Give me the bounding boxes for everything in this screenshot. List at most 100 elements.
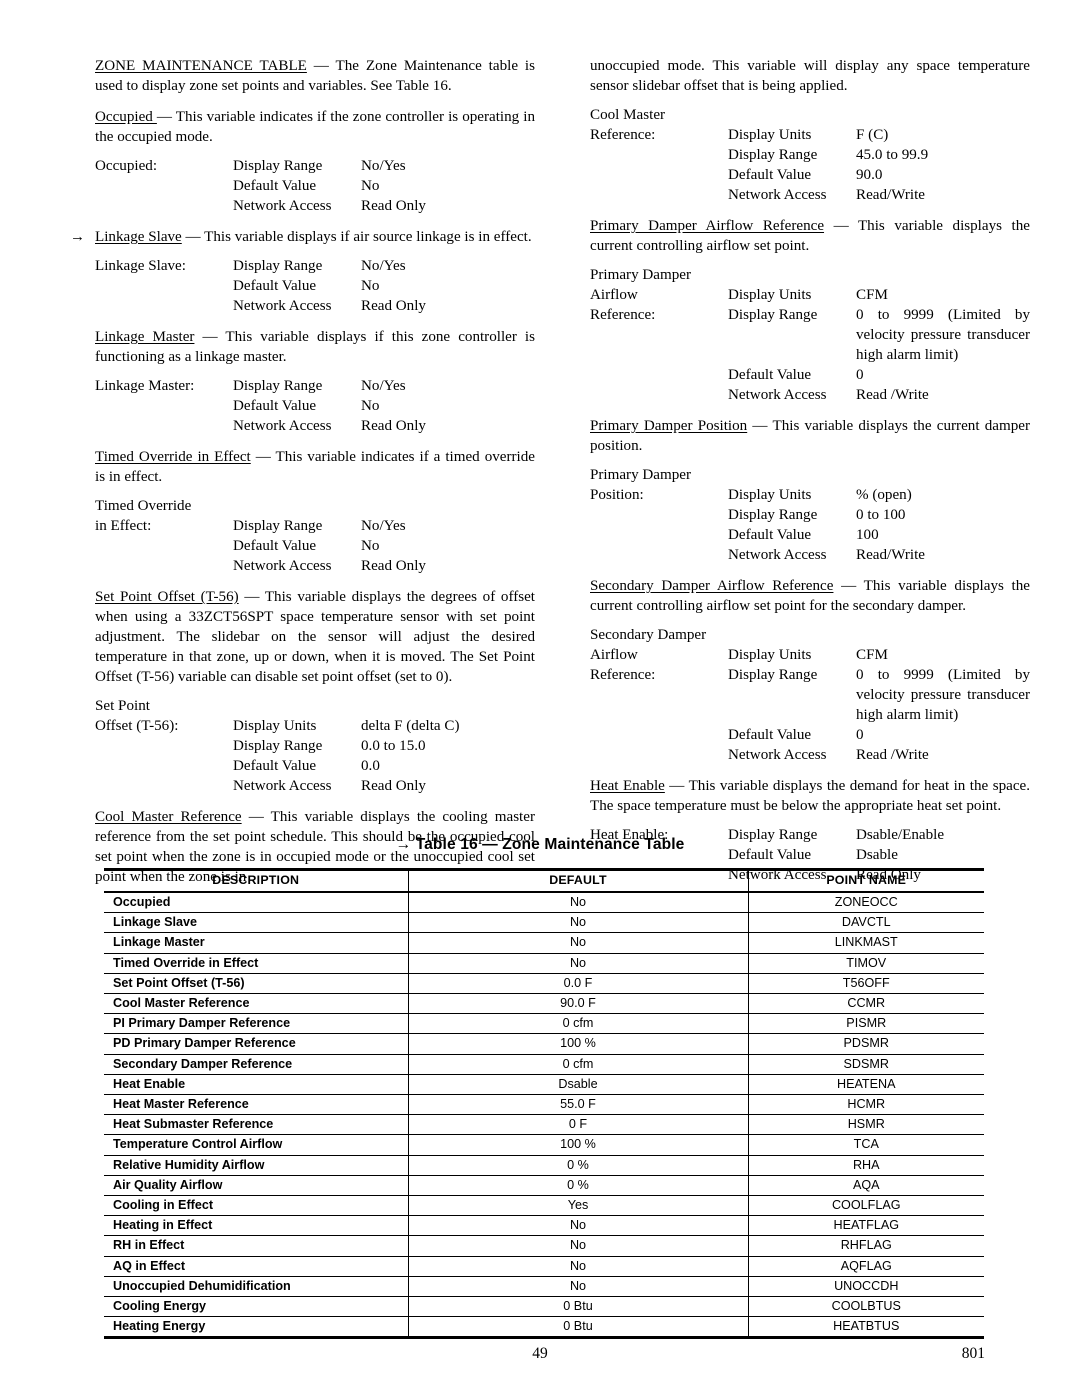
cell-default: Yes — [407, 1195, 749, 1217]
term-linkage-master: Linkage Master — [95, 329, 195, 345]
cell-default: No — [407, 1275, 749, 1298]
defblock-label: Linkage Slave: — [95, 258, 186, 274]
defblock-field: Network Access — [233, 558, 332, 574]
defblock-secondary-damper-airflow: Secondary Damper Airflow Display Units C… — [590, 625, 1030, 765]
table-row: PD Primary Damper Reference 100 % PDSMR — [104, 1033, 984, 1055]
defrow: Reference: Display Range 0 to 9999 (Limi… — [590, 665, 1030, 725]
cell-description: Heat Enable — [104, 1073, 409, 1096]
cell-point-name: AQFLAG — [747, 1255, 984, 1277]
defblock-value: Read/Write — [856, 547, 925, 563]
defblock-value: Read Only — [361, 558, 426, 574]
page-number: 49 — [532, 1345, 548, 1362]
defblock-field: Default Value — [728, 367, 812, 383]
defblock-field: Network Access — [233, 198, 332, 214]
defrow: Position: Display Units % (open) — [590, 485, 1030, 505]
cell-description: Relative Humidity Airflow — [104, 1154, 409, 1176]
table-row: Heating in Effect No HEATFLAG — [104, 1215, 984, 1237]
table-row: Heat Submaster Reference 0 F HSMR — [104, 1114, 984, 1136]
term-linkage-slave: Linkage Slave — [95, 229, 182, 245]
cell-description: Heating Energy — [104, 1316, 409, 1340]
body-columns: ZONE MAINTENANCE TABLE — The Zone Mainte… — [70, 56, 1030, 885]
cell-description: Cooling Energy — [104, 1296, 409, 1318]
defblock-linkage-master: Linkage Master: Display Range No/Yes Def… — [95, 376, 535, 436]
defrow: Cool Master — [590, 105, 1030, 125]
cell-point-name: SDSMR — [747, 1053, 984, 1075]
cell-point-name: COOLBTUS — [747, 1296, 984, 1318]
cell-description: Secondary Damper Reference — [104, 1053, 409, 1075]
defblock-value: Read /Write — [856, 387, 929, 403]
defrow: Airflow Display Units CFM — [590, 645, 1030, 665]
defblock-field: Display Range — [728, 147, 818, 163]
defblock-label-line3: Reference: — [590, 307, 656, 323]
defblock-field: Display Range — [728, 307, 818, 323]
term-primary-damper-airflow-reference: Primary Damper Airflow Reference — [590, 218, 825, 234]
defrow: Default Value 0 — [590, 725, 1030, 745]
column-header-description: DESCRIPTION — [104, 868, 409, 893]
defrow: Default Value No — [95, 536, 535, 556]
defrow: Network Access Read/Write — [590, 545, 1030, 565]
defblock-value: 0 — [856, 367, 864, 383]
cell-point-name: DAVCTL — [747, 912, 984, 934]
defrow: Occupied: Display Range No/Yes — [95, 156, 535, 176]
cell-description: Unoccupied Dehumidification — [104, 1275, 409, 1298]
cell-default: No — [407, 1255, 749, 1277]
defblock-linkage-slave: Linkage Slave: Display Range No/Yes Defa… — [95, 256, 535, 316]
defrow: Default Value No — [95, 276, 535, 296]
defblock-label: Cool Master — [590, 107, 666, 123]
defblock-label: Linkage Master: — [95, 378, 195, 394]
defblock-value: Read Only — [361, 418, 426, 434]
defrow: Display Range 45.0 to 99.9 — [590, 145, 1030, 165]
defblock-value: Read /Write — [856, 747, 929, 763]
column-header-point-name: POINT NAME — [747, 868, 984, 893]
defblock-value: CFM — [856, 647, 888, 663]
defblock-value: 0 to 100 — [856, 507, 906, 523]
defrow: Network Access Read Only — [95, 416, 535, 436]
defblock-label: Occupied: — [95, 158, 158, 174]
cell-description: Linkage Master — [104, 932, 409, 954]
cell-default: 0 cfm — [407, 1013, 749, 1035]
defblock-label-line3: Reference: — [590, 667, 656, 683]
defblock-field: Display Units — [233, 718, 317, 734]
cell-default: 0 % — [407, 1174, 749, 1197]
defrow: Primary Damper — [590, 465, 1030, 485]
cell-point-name: COOLFLAG — [747, 1195, 984, 1217]
paragraph-linkage-slave: → Linkage Slave — This variable displays … — [70, 227, 535, 247]
term-zone-maintenance-table: ZONE MAINTENANCE TABLE — [95, 58, 307, 74]
cell-description: Timed Override in Effect — [104, 952, 409, 974]
table-row: RH in Effect No RHFLAG — [104, 1235, 984, 1257]
defblock-field: Display Range — [233, 378, 323, 394]
cell-default: No — [407, 1235, 749, 1257]
defblock-value: No/Yes — [361, 378, 406, 394]
term-timed-override-in-effect: Timed Override in Effect — [95, 449, 251, 465]
cell-point-name: TCA — [747, 1134, 984, 1156]
paragraph-occupied: Occupied — This variable indicates if th… — [95, 107, 535, 147]
defblock-value: No — [361, 178, 380, 194]
defblock-value: CFM — [856, 287, 888, 303]
cell-default: Dsable — [407, 1073, 749, 1096]
defrow: Offset (T-56): Display Units delta F (de… — [95, 716, 535, 736]
defblock-label-line2: Airflow — [590, 647, 638, 663]
defblock-field: Network Access — [233, 418, 332, 434]
defblock-occupied: Occupied: Display Range No/Yes Default V… — [95, 156, 535, 216]
defblock-field: Network Access — [728, 387, 827, 403]
defrow: Default Value 100 — [590, 525, 1030, 545]
table-row: Cooling in Effect Yes COOLFLAG — [104, 1195, 984, 1217]
defblock-value: 0 to 9999 (Limited by velocity pressure … — [856, 667, 1030, 723]
cell-point-name: LINKMAST — [747, 932, 984, 954]
defrow: Set Point — [95, 696, 535, 716]
defblock-field: Display Range — [233, 738, 323, 754]
cell-default: No — [407, 1215, 749, 1237]
defblock-field: Display Range — [233, 258, 323, 274]
cell-description: Cooling in Effect — [104, 1195, 409, 1217]
defblock-timed-override: Timed Override in Effect: Display Range … — [95, 496, 535, 576]
defblock-value: delta F (delta C) — [361, 718, 460, 734]
cell-point-name: AQA — [747, 1174, 984, 1197]
defrow: Reference: Display Range 0 to 9999 (Limi… — [590, 305, 1030, 365]
table-row: Set Point Offset (T-56) 0.0 F T56OFF — [104, 972, 984, 995]
defblock-field: Display Units — [728, 287, 812, 303]
cell-point-name: HEATFLAG — [747, 1215, 984, 1237]
body-linkage-slave: — This variable displays if air source l… — [181, 229, 532, 245]
term-set-point-offset: Set Point Offset (T-56) — [95, 589, 239, 605]
table-row: Air Quality Airflow 0 % AQA — [104, 1174, 984, 1197]
cell-default: 0 cfm — [407, 1053, 749, 1075]
